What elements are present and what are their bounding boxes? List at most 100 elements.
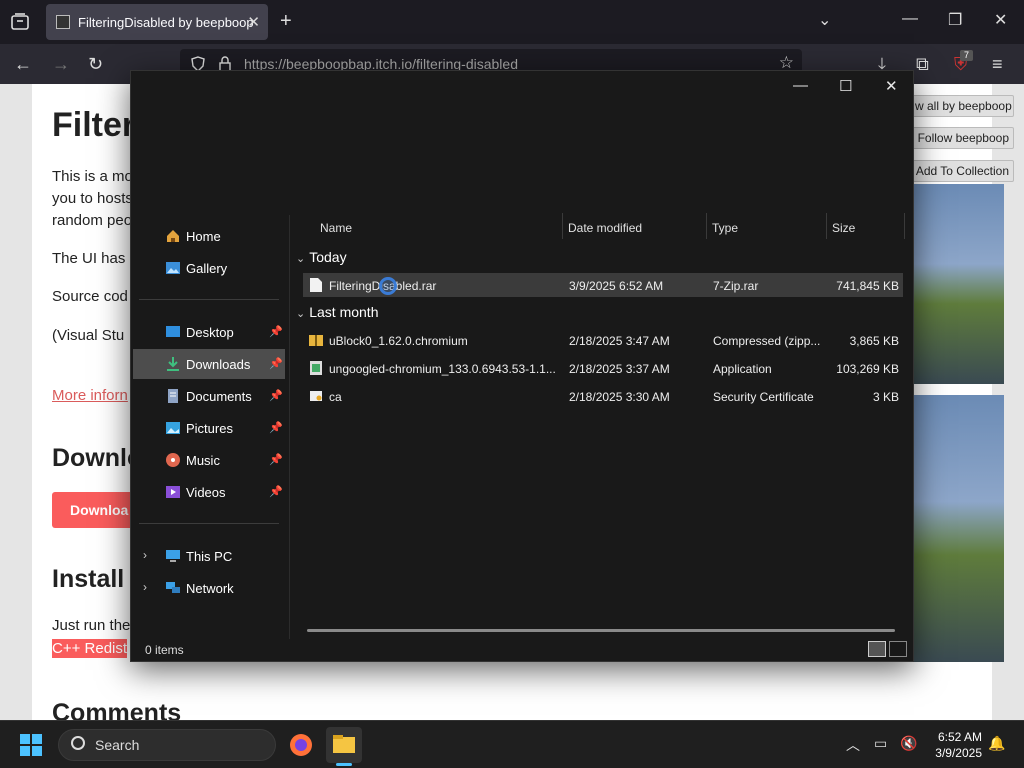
group-label: Today [309, 249, 347, 265]
more-info-link[interactable]: More inforn [52, 387, 128, 404]
chevron-down-icon[interactable]: ⌄ [296, 253, 305, 265]
volume-muted-icon[interactable]: 🔇 [900, 735, 917, 752]
screenshot-image[interactable] [912, 395, 1004, 662]
column-divider[interactable] [904, 213, 905, 239]
cpp-redist-highlight[interactable]: C++ Redist [52, 639, 128, 658]
nav-label: Music [186, 453, 220, 468]
file-type: Compressed (zipp... [713, 334, 821, 348]
nav-label: Videos [186, 485, 226, 500]
nav-item-desktop[interactable]: Desktop 📌 [133, 317, 285, 347]
back-icon[interactable]: ← [14, 54, 32, 75]
nav-item-music[interactable]: Music 📌 [133, 445, 285, 475]
new-tab-icon[interactable]: + [280, 10, 292, 33]
certificate-icon [310, 391, 322, 401]
tiles-view-icon[interactable] [889, 641, 907, 657]
tab-filtering-disabled[interactable]: FilteringDisabled by beepboop ✕ [46, 4, 268, 40]
menu-icon[interactable]: ≡ [992, 54, 1003, 75]
nav-label: Network [186, 581, 234, 596]
nav-item-videos[interactable]: Videos 📌 [133, 477, 285, 507]
visual-studio-paragraph: (Visual Stu [52, 327, 125, 344]
file-date: 2/18/2025 3:30 AM [569, 390, 670, 404]
show-hidden-icons-icon[interactable]: ︿ [846, 735, 860, 755]
group-last-month[interactable]: ⌄ Last month [296, 304, 378, 320]
view-toggle [868, 641, 907, 657]
tab-title: FilteringDisabled by beepboop [78, 14, 254, 30]
nav-label: Downloads [186, 357, 251, 372]
file-date: 3/9/2025 6:52 AM [569, 279, 664, 293]
close-tab-icon[interactable]: ✕ [247, 13, 260, 31]
column-date-modified[interactable]: Date modified [568, 221, 642, 235]
details-view-icon[interactable] [868, 641, 886, 657]
chevron-right-icon[interactable]: › [143, 580, 147, 594]
column-name[interactable]: Name [320, 221, 352, 235]
view-all-button[interactable]: w all by beepboop [910, 95, 1014, 117]
tab-overview-icon[interactable] [10, 12, 30, 32]
group-label: Last month [309, 304, 379, 320]
column-divider[interactable] [562, 213, 563, 239]
notifications-bell-icon[interactable]: 🔔 [988, 735, 1005, 752]
extension-badge: 7 [960, 50, 973, 61]
nav-item-network[interactable]: › Network [133, 573, 285, 603]
mouse-cursor-indicator [379, 277, 397, 295]
chevron-down-icon[interactable]: ⌄ [296, 308, 305, 320]
nav-item-pictures[interactable]: Pictures 📌 [133, 413, 285, 443]
file-row[interactable]: uBlock0_1.62.0.chromium 2/18/2025 3:47 A… [303, 328, 903, 352]
reload-icon[interactable]: ↻ [88, 54, 103, 75]
windows-start-icon[interactable] [20, 734, 42, 756]
source-paragraph: Source cod [52, 288, 128, 305]
navigation-pane: Home Gallery Desktop 📌 Downloads 📌 Docum… [131, 215, 289, 639]
file-row[interactable]: ungoogled-chromium_133.0.6943.53-1.1... … [303, 356, 903, 380]
file-explorer-window: — ☐ ✕ Home Gallery Desktop 📌 Downloads 📌… [130, 70, 914, 662]
taskbar-search[interactable]: Search [58, 729, 276, 761]
nav-item-downloads[interactable]: Downloads 📌 [133, 349, 285, 379]
list-tabs-icon[interactable]: ⌄ [818, 10, 831, 30]
file-name: FilteringDisabled.rar [329, 279, 437, 293]
search-placeholder: Search [95, 737, 140, 753]
nav-label: Home [186, 229, 221, 244]
file-size: 741,845 KB [836, 279, 899, 293]
minimize-icon[interactable]: — [902, 10, 918, 28]
file-size: 103,269 KB [836, 362, 899, 376]
nav-label: This PC [186, 549, 233, 564]
network-icon [166, 582, 180, 593]
add-to-collection-button[interactable]: Add To Collection [910, 160, 1014, 182]
restore-icon[interactable]: ❐ [948, 10, 962, 30]
description-line-2: you to hosts [52, 190, 133, 207]
status-item-count: 0 items [145, 643, 184, 657]
ui-paragraph: The UI has [52, 250, 126, 267]
pin-icon: 📌 [269, 326, 283, 338]
minimize-icon[interactable]: — [793, 77, 808, 94]
forward-icon[interactable]: → [52, 54, 70, 75]
clock[interactable]: 6:52 AM 3/9/2025 [928, 729, 982, 761]
column-type[interactable]: Type [712, 221, 738, 235]
file-explorer-icon[interactable] [326, 727, 362, 763]
file-name: ungoogled-chromium_133.0.6943.53-1.1... [329, 362, 555, 376]
follow-button[interactable]: Follow beepboop [910, 127, 1014, 149]
pin-icon: 📌 [269, 422, 283, 434]
extensions-icon[interactable]: ⧉ [916, 54, 929, 75]
network-status-icon[interactable]: ▭ [874, 735, 887, 752]
nav-item-gallery[interactable]: Gallery [133, 253, 285, 283]
description-line-1: This is a mo [52, 168, 133, 185]
chevron-right-icon[interactable]: › [143, 548, 147, 562]
column-divider[interactable] [826, 213, 827, 239]
zip-folder-icon [309, 335, 323, 346]
download-heading: Downlo [52, 444, 143, 472]
screenshot-image[interactable] [912, 184, 1004, 384]
nav-item-documents[interactable]: Documents 📌 [133, 381, 285, 411]
maximize-icon[interactable]: ☐ [839, 77, 852, 95]
file-name: uBlock0_1.62.0.chromium [329, 334, 468, 348]
column-divider[interactable] [706, 213, 707, 239]
clock-date: 3/9/2025 [935, 746, 982, 760]
pin-icon: 📌 [269, 358, 283, 370]
group-today[interactable]: ⌄ Today [296, 249, 347, 265]
file-row[interactable]: ca 2/18/2025 3:30 AM Security Certificat… [303, 384, 903, 408]
horizontal-scrollbar[interactable] [307, 629, 895, 632]
file-type: Application [713, 362, 772, 376]
column-size[interactable]: Size [832, 221, 855, 235]
firefox-icon[interactable] [283, 727, 319, 763]
nav-item-home[interactable]: Home [133, 221, 285, 251]
close-window-icon[interactable]: ✕ [994, 10, 1007, 30]
nav-item-this-pc[interactable]: › This PC [133, 541, 285, 571]
close-icon[interactable]: ✕ [885, 77, 898, 95]
